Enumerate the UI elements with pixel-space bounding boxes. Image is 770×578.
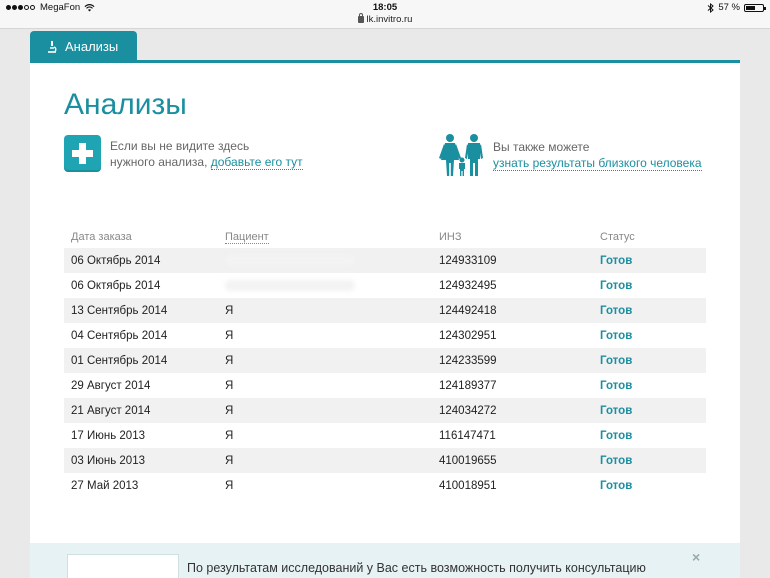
header-status[interactable]: Статус xyxy=(600,231,706,243)
table-row[interactable]: 06 Октябрь 2014 124933109 Готов xyxy=(64,248,706,273)
add-analysis-text: Если вы не видите здесь нужного анализа,… xyxy=(110,138,303,170)
cell-status[interactable]: Готов xyxy=(600,380,706,392)
table-row[interactable]: 17 Июнь 2013 Я 116147471 Готов xyxy=(64,423,706,448)
redacted-patient xyxy=(225,279,355,291)
cell-patient: Я xyxy=(225,329,234,342)
table-row[interactable]: 01 Сентябрь 2014 Я 124233599 Готов xyxy=(64,348,706,373)
cell-patient: Я xyxy=(225,304,234,317)
cell-status[interactable]: Готов xyxy=(600,280,706,292)
add-analysis-line1: Если вы не видите здесь xyxy=(110,138,250,153)
family-results-text: Вы также можете узнать результаты близко… xyxy=(493,139,702,171)
cell-inz: 124302951 xyxy=(439,329,497,342)
table-row[interactable]: 06 Октябрь 2014 124932495 Готов xyxy=(64,273,706,298)
table-row[interactable]: 27 Май 2013 Я 410018951 Готов xyxy=(64,473,706,498)
add-analysis-link[interactable]: добавьте его тут xyxy=(210,154,303,170)
main-panel: Анализы Если вы не видите здесь нужного … xyxy=(30,63,740,543)
lock-icon xyxy=(357,13,364,23)
cell-status[interactable]: Готов xyxy=(600,480,706,492)
cell-inz: 124492418 xyxy=(439,304,497,317)
table-row[interactable]: 29 Август 2014 Я 124189377 Готов xyxy=(64,373,706,398)
add-analysis-promo: Если вы не видите здесь нужного анализа,… xyxy=(64,135,303,172)
plus-icon[interactable] xyxy=(64,135,101,172)
orders-table: Дата заказа Пациент ИНЗ Статус 06 Октябр… xyxy=(64,225,706,498)
table-row[interactable]: 21 Август 2014 Я 124034272 Готов xyxy=(64,398,706,423)
cell-status[interactable]: Готов xyxy=(600,305,706,317)
consultation-banner: По результатам исследований у Вас есть в… xyxy=(30,543,740,578)
banner-image xyxy=(67,554,179,578)
redacted-patient xyxy=(225,254,355,266)
table-row[interactable]: 03 Июнь 2013 Я 410019655 Готов xyxy=(64,448,706,473)
tab-analyses[interactable]: Анализы xyxy=(30,31,137,61)
battery-icon xyxy=(744,3,766,12)
table-header: Дата заказа Пациент ИНЗ Статус xyxy=(64,225,706,248)
cell-date: 27 Май 2013 xyxy=(71,479,139,492)
add-analysis-line2: нужного анализа, xyxy=(110,154,208,169)
cell-patient: Я xyxy=(225,429,234,442)
cell-inz: 124189377 xyxy=(439,379,497,392)
cell-date: 21 Август 2014 xyxy=(71,404,151,417)
battery-percent: 57 % xyxy=(718,2,740,13)
cell-patient xyxy=(225,279,439,292)
cell-status[interactable]: Готов xyxy=(600,455,706,467)
cell-status[interactable]: Готов xyxy=(600,355,706,367)
cell-date: 04 Сентябрь 2014 xyxy=(71,329,168,342)
header-inz[interactable]: ИНЗ xyxy=(439,231,600,243)
cell-inz: 410019655 xyxy=(439,454,497,467)
cell-status[interactable]: Готов xyxy=(600,330,706,342)
cell-patient: Я xyxy=(225,454,234,467)
cell-date: 06 Октябрь 2014 xyxy=(71,254,161,267)
family-results-promo: Вы также можете узнать результаты близко… xyxy=(436,133,702,177)
table-body: 06 Октябрь 2014 124933109 Готов 06 Октябрь … xyxy=(64,248,706,498)
cell-patient: Я xyxy=(225,379,234,392)
cell-date: 01 Сентябрь 2014 xyxy=(71,354,168,367)
table-row[interactable]: 04 Сентябрь 2014 Я 124302951 Готов xyxy=(64,323,706,348)
cell-date: 29 Август 2014 xyxy=(71,379,151,392)
header-patient[interactable]: Пациент xyxy=(225,230,439,244)
cell-patient: Я xyxy=(225,404,234,417)
cell-inz: 124034272 xyxy=(439,404,497,417)
cell-date: 13 Сентябрь 2014 xyxy=(71,304,168,317)
family-results-line1: Вы также можете xyxy=(493,140,590,154)
url-bar[interactable]: lk.invitro.ru xyxy=(0,13,770,29)
family-icon xyxy=(436,133,484,177)
cell-patient xyxy=(225,254,439,267)
close-icon[interactable]: × xyxy=(692,549,700,565)
cell-status[interactable]: Готов xyxy=(600,255,706,267)
cell-inz: 410018951 xyxy=(439,479,497,492)
status-bar-right: 57 % xyxy=(707,2,766,13)
cell-inz: 124933109 xyxy=(439,254,497,267)
cell-status[interactable]: Готов xyxy=(600,405,706,417)
cell-patient: Я xyxy=(225,354,234,367)
cell-date: 06 Октябрь 2014 xyxy=(71,279,161,292)
url-text: lk.invitro.ru xyxy=(366,14,413,25)
cell-date: 03 Июнь 2013 xyxy=(71,454,145,467)
table-row[interactable]: 13 Сентябрь 2014 Я 124492418 Готов xyxy=(64,298,706,323)
cell-inz: 116147471 xyxy=(439,429,496,442)
cell-inz: 124932495 xyxy=(439,279,497,292)
battery-fill xyxy=(746,5,755,10)
cell-patient: Я xyxy=(225,479,234,492)
header-patient-label[interactable]: Пациент xyxy=(225,230,269,244)
status-bar-time: 18:05 xyxy=(372,2,398,13)
microscope-icon xyxy=(48,40,57,53)
status-bar: MegaFon 18:05 57 % xyxy=(0,0,770,14)
cell-status[interactable]: Готов xyxy=(600,430,706,442)
tab-label: Анализы xyxy=(65,38,119,54)
cell-date: 17 Июнь 2013 xyxy=(71,429,145,442)
page-title: Анализы xyxy=(64,88,187,121)
banner-text: По результатам исследований у Вас есть в… xyxy=(187,561,646,575)
header-date[interactable]: Дата заказа xyxy=(64,231,225,243)
bluetooth-icon xyxy=(708,2,715,13)
cell-inz: 124233599 xyxy=(439,354,497,367)
family-results-link[interactable]: узнать результаты близкого человека xyxy=(493,156,702,171)
